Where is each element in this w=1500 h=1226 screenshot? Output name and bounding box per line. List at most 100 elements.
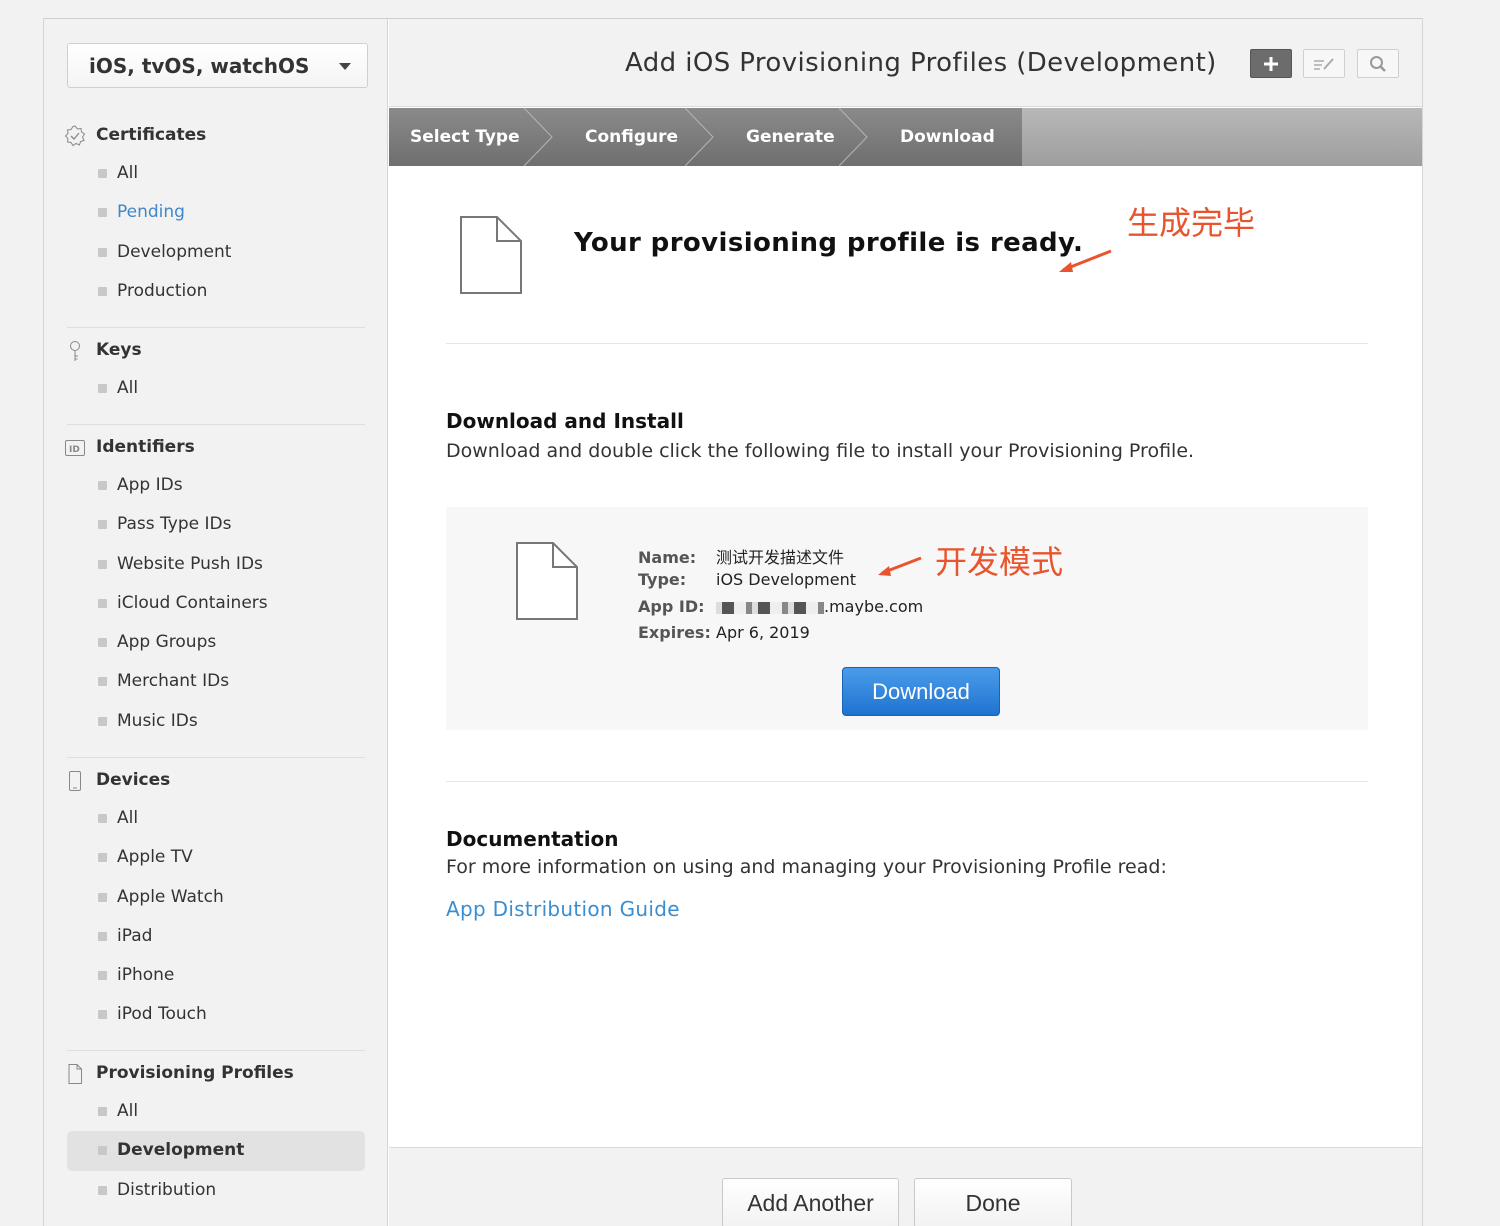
plus-icon bbox=[1264, 56, 1278, 71]
sidebar-item-pass-type-ids[interactable]: Pass Type IDs bbox=[44, 505, 388, 544]
sidebar-item-profiles-all[interactable]: All bbox=[44, 1092, 388, 1131]
edit-button[interactable] bbox=[1303, 49, 1345, 78]
label: iCloud Containers bbox=[117, 592, 268, 613]
label: iPhone bbox=[117, 965, 175, 986]
bullet bbox=[98, 716, 107, 726]
key-icon bbox=[70, 341, 80, 361]
profile-document-icon bbox=[460, 216, 522, 294]
profile-expires-label: Expires: bbox=[638, 623, 711, 642]
sidebar-item-cert-all[interactable]: All bbox=[44, 154, 388, 193]
sidebar-item-icloud-containers[interactable]: iCloud Containers bbox=[44, 584, 388, 623]
redacted-block bbox=[716, 601, 824, 614]
sidebar-item-keys-all[interactable]: All bbox=[44, 369, 388, 408]
sidebar-item-merchant-ids[interactable]: Merchant IDs bbox=[44, 662, 388, 701]
annotation-arrow-icon bbox=[1059, 249, 1112, 272]
label: App Groups bbox=[117, 632, 217, 653]
documentation-heading: Documentation bbox=[446, 827, 619, 851]
page-frame: iOS, tvOS, watchOS Certificates All Pend… bbox=[43, 18, 1423, 1226]
devices-section: Devices All Apple TV Apple Watch iPad iP… bbox=[44, 765, 388, 1035]
bullet bbox=[98, 520, 107, 530]
bullet bbox=[98, 1107, 107, 1116]
bullet bbox=[98, 598, 107, 608]
sidebar-item-apple-tv[interactable]: Apple TV bbox=[44, 838, 388, 877]
ready-message: Your provisioning profile is ready. bbox=[574, 228, 1084, 258]
identifiers-section: ID Identifiers App IDs Pass Type IDs Web… bbox=[44, 432, 388, 741]
label: Development bbox=[117, 1140, 245, 1161]
sidebar-item-ipod-touch[interactable]: iPod Touch bbox=[44, 995, 388, 1034]
label: All bbox=[117, 378, 139, 398]
profiles-heading: Provisioning Profiles bbox=[44, 1058, 388, 1088]
certificate-icon bbox=[64, 125, 86, 147]
label: Distribution bbox=[117, 1179, 217, 1200]
divider bbox=[67, 1050, 365, 1051]
edit-icon bbox=[1314, 57, 1334, 70]
sidebar-item-cert-pending[interactable]: Pending bbox=[44, 193, 388, 232]
profile-appid-label: App ID: bbox=[638, 597, 705, 616]
profile-appid-value: .maybe.com bbox=[824, 597, 924, 616]
label: Development bbox=[117, 241, 232, 262]
label: Music IDs bbox=[117, 710, 198, 731]
bullet bbox=[98, 931, 107, 941]
label: iPod Touch bbox=[117, 1004, 207, 1025]
bullet bbox=[98, 971, 107, 981]
app-distribution-guide-link[interactable]: App Distribution Guide bbox=[446, 897, 680, 921]
footer: Add Another Done bbox=[389, 1147, 1422, 1226]
step-select-type: Select Type bbox=[410, 127, 520, 147]
documentation-description: For more information on using and managi… bbox=[446, 856, 1167, 878]
identifiers-heading: ID Identifiers bbox=[44, 432, 388, 462]
bullet bbox=[98, 814, 107, 823]
sidebar-item-apple-watch[interactable]: Apple Watch bbox=[44, 878, 388, 917]
divider bbox=[446, 781, 1368, 782]
phone-icon bbox=[69, 771, 81, 791]
bullet bbox=[98, 1010, 107, 1020]
label: App IDs bbox=[117, 475, 183, 495]
bullet bbox=[98, 208, 107, 218]
divider bbox=[67, 424, 365, 425]
platform-dropdown[interactable]: iOS, tvOS, watchOS bbox=[67, 43, 368, 88]
certificates-heading: Certificates bbox=[44, 120, 388, 150]
sidebar-item-devices-all[interactable]: All bbox=[44, 799, 388, 838]
sidebar-item-cert-production[interactable]: Production bbox=[44, 272, 388, 311]
sidebar-item-app-groups[interactable]: App Groups bbox=[44, 623, 388, 662]
bullet bbox=[98, 892, 107, 902]
download-button[interactable]: Download bbox=[842, 667, 1000, 716]
label: All bbox=[117, 163, 139, 183]
platform-label: iOS, tvOS, watchOS bbox=[89, 54, 310, 78]
sidebar-item-app-ids[interactable]: App IDs bbox=[44, 466, 388, 505]
step-generate: Generate bbox=[746, 127, 835, 147]
divider bbox=[67, 327, 365, 328]
bullet bbox=[98, 384, 107, 393]
main-content: Your provisioning profile is ready. 生成完毕… bbox=[389, 166, 1422, 1147]
sidebar-item-profiles-development[interactable]: Development bbox=[67, 1131, 365, 1171]
profile-expires-value: Apr 6, 2019 bbox=[716, 623, 810, 642]
sidebar-item-profiles-distribution[interactable]: Distribution bbox=[44, 1171, 388, 1210]
annotation-ready: 生成完毕 bbox=[1127, 204, 1256, 242]
profile-card: Name: 测试开发描述文件 Type: iOS Development App I… bbox=[446, 507, 1368, 730]
sidebar-item-ipad[interactable]: iPad bbox=[44, 917, 388, 956]
bullet bbox=[98, 247, 107, 257]
sidebar-item-iphone[interactable]: iPhone bbox=[44, 956, 388, 995]
profiles-title: Provisioning Profiles bbox=[96, 1063, 294, 1083]
add-another-button[interactable]: Add Another bbox=[722, 1178, 899, 1226]
sidebar-item-cert-development[interactable]: Development bbox=[44, 233, 388, 272]
profile-expires-row: Expires: Apr 6, 2019 bbox=[638, 623, 810, 642]
sidebar-item-music-ids[interactable]: Music IDs bbox=[44, 702, 388, 741]
profile-appid-row: App ID: .maybe.com bbox=[638, 597, 923, 616]
search-button[interactable] bbox=[1357, 49, 1399, 78]
install-heading: Download and Install bbox=[446, 409, 684, 433]
certificates-section: Certificates All Pending Development Pro… bbox=[44, 120, 388, 311]
profile-type-label: Type: bbox=[638, 570, 687, 589]
label: All bbox=[117, 1101, 139, 1121]
annotation-arrow-icon bbox=[878, 556, 922, 576]
install-description: Download and double click the following … bbox=[446, 440, 1195, 462]
step-separator bbox=[839, 108, 868, 166]
bullet bbox=[98, 853, 107, 863]
done-button[interactable]: Done bbox=[914, 1178, 1072, 1226]
sidebar-item-website-push-ids[interactable]: Website Push IDs bbox=[44, 545, 388, 584]
divider bbox=[446, 343, 1368, 344]
label: Pending bbox=[117, 202, 185, 223]
add-button[interactable] bbox=[1250, 49, 1292, 78]
profile-name-value: 测试开发描述文件 bbox=[716, 548, 845, 567]
keys-title: Keys bbox=[96, 340, 142, 360]
label: Pass Type IDs bbox=[117, 514, 232, 535]
